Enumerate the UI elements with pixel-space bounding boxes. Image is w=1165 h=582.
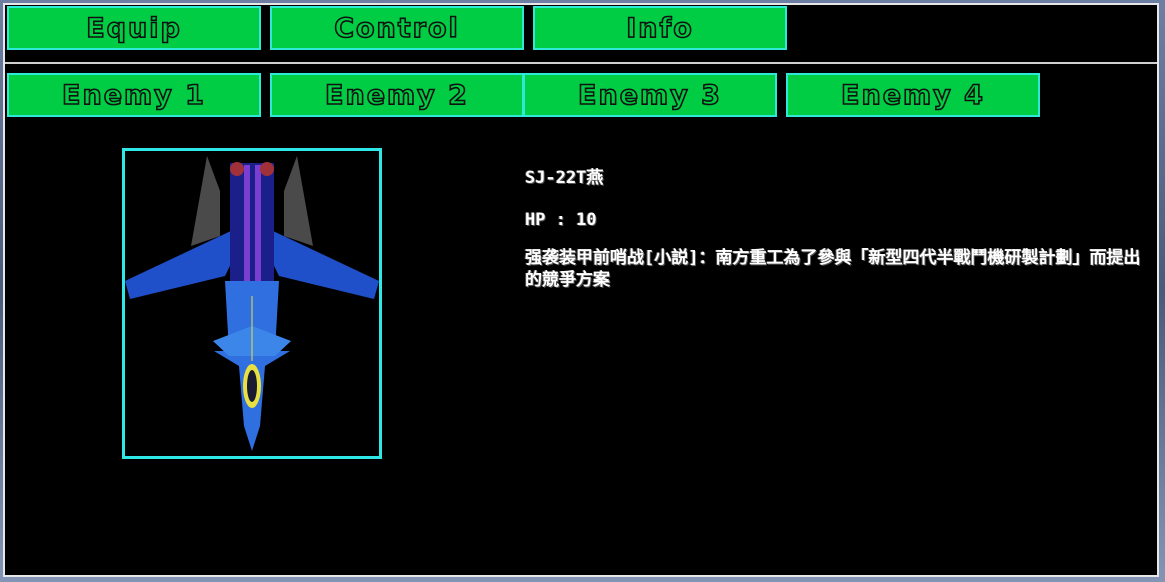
enemy-description: 强袭装甲前哨战[小説]：南方重工為了參與「新型四代半戰鬥機研製計劃」而提出的競爭… (525, 248, 1141, 290)
enemy-hp: HP : 10 (525, 210, 597, 230)
enemy-portrait-frame (122, 148, 382, 459)
header-divider (5, 62, 1157, 64)
tab-enemy-1[interactable]: Enemy 1 (7, 73, 261, 117)
enemy-name: SJ-22T燕 (525, 168, 604, 188)
tab-enemy-2[interactable]: Enemy 2 (270, 73, 524, 117)
fighter-jet-icon (125, 156, 379, 451)
tab-control[interactable]: Control (270, 6, 524, 50)
game-info-window: Equip Control Info Enemy 1 Enemy 2 Enemy… (3, 3, 1159, 577)
tab-info[interactable]: Info (533, 6, 787, 50)
tab-enemy-3[interactable]: Enemy 3 (523, 73, 777, 117)
tab-equip[interactable]: Equip (7, 6, 261, 50)
tab-enemy-4[interactable]: Enemy 4 (786, 73, 1040, 117)
enemy-info-panel: SJ-22T燕 HP : 10 强袭装甲前哨战[小説]：南方重工為了參與「新型四… (525, 167, 1145, 311)
